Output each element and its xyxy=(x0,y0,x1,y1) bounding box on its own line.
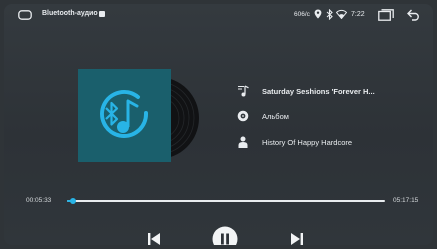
bluetooth-icon xyxy=(326,9,333,20)
pause-icon[interactable] xyxy=(212,226,238,245)
back-icon[interactable] xyxy=(407,9,421,21)
artist-name: History Of Happy Hardcore xyxy=(262,138,353,147)
skip-previous-icon[interactable] xyxy=(146,231,162,245)
elapsed-time: 00:05:33 xyxy=(26,197,52,204)
progress-handle[interactable] xyxy=(69,198,76,204)
music-note-icon xyxy=(238,85,249,97)
album-cover xyxy=(78,69,171,162)
album-name: Альбом xyxy=(262,112,289,121)
bluetooth-music-icon xyxy=(100,89,149,138)
progress-bar[interactable] xyxy=(67,198,385,204)
total-time: 05:17:15 xyxy=(393,197,419,204)
disc-icon xyxy=(237,110,249,122)
status-bar: Bluetooth-аудио 606/с 7:22 xyxy=(4,4,433,26)
track-title: Saturday Seshions 'Forever H... xyxy=(262,87,375,96)
skip-next-icon[interactable] xyxy=(289,231,305,245)
recent-apps-icon[interactable] xyxy=(378,9,394,21)
wifi-icon xyxy=(336,9,347,19)
music-player-screen: Bluetooth-аудио 606/с 7:22 Saturday Sesh… xyxy=(4,4,433,245)
home-icon[interactable] xyxy=(18,10,32,20)
audio-source-label: Bluetooth-аудио xyxy=(42,10,98,17)
person-icon xyxy=(238,136,248,148)
source-badge-icon xyxy=(99,11,105,17)
status-clock: 7:22 xyxy=(351,11,365,18)
location-icon xyxy=(314,9,322,19)
network-speed: 606/с xyxy=(294,11,310,18)
